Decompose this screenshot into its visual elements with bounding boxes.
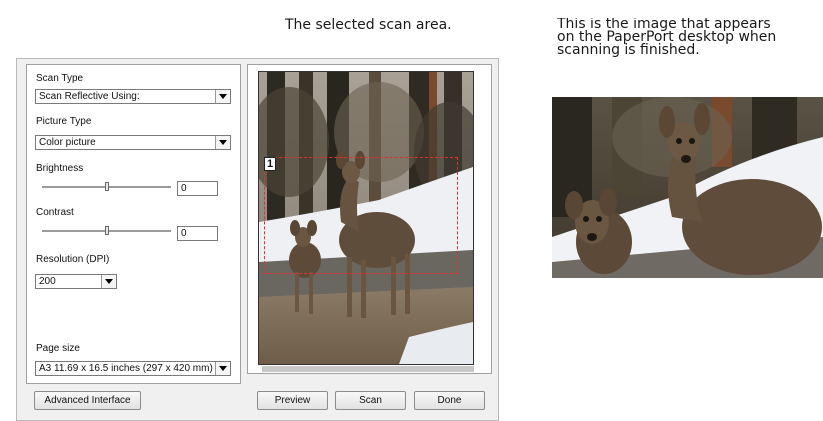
chevron-down-icon[interactable] (215, 136, 230, 149)
resolution-value: 200 (39, 276, 56, 287)
contrast-slider-thumb[interactable] (105, 226, 109, 235)
contrast-label: Contrast (36, 207, 74, 218)
scanned-result-image (552, 97, 823, 278)
selection-number-badge: 1 (264, 157, 276, 171)
scan-button[interactable]: Scan (335, 391, 406, 410)
contrast-input[interactable]: 0 (177, 226, 218, 241)
chevron-down-icon[interactable] (215, 90, 230, 103)
settings-panel (26, 64, 241, 384)
page-size-value: A3 11.69 x 16.5 inches (297 x 420 mm) (39, 363, 213, 374)
chevron-down-icon[interactable] (215, 362, 230, 375)
brightness-label: Brightness (36, 163, 84, 174)
preview-page-shadow (262, 366, 474, 372)
page-size-select[interactable]: A3 11.69 x 16.5 inches (297 x 420 mm) (35, 361, 231, 376)
picture-type-value: Color picture (39, 137, 96, 148)
selected-scan-area[interactable] (264, 157, 458, 274)
preview-button[interactable]: Preview (257, 391, 328, 410)
done-button[interactable]: Done (414, 391, 485, 410)
resolution-select[interactable]: 200 (35, 274, 117, 289)
brightness-slider-thumb[interactable] (105, 182, 109, 191)
brightness-input[interactable]: 0 (177, 181, 218, 196)
picture-type-label: Picture Type (36, 116, 92, 127)
result-caption-line3: scanning is finished. (557, 42, 700, 57)
scan-area-caption: The selected scan area. (285, 17, 452, 33)
resolution-label: Resolution (DPI) (36, 254, 110, 265)
picture-type-select[interactable]: Color picture (35, 135, 231, 150)
result-caption: This is the image that appears on the Pa… (557, 18, 823, 57)
scan-type-select[interactable]: Scan Reflective Using: (35, 89, 231, 104)
deer-result-picture (552, 97, 823, 278)
chevron-down-icon[interactable] (101, 275, 116, 288)
page-size-label: Page size (36, 343, 80, 354)
scan-type-label: Scan Type (36, 73, 84, 84)
scan-type-value: Scan Reflective Using: (39, 91, 140, 102)
advanced-interface-button[interactable]: Advanced Interface (34, 391, 141, 410)
